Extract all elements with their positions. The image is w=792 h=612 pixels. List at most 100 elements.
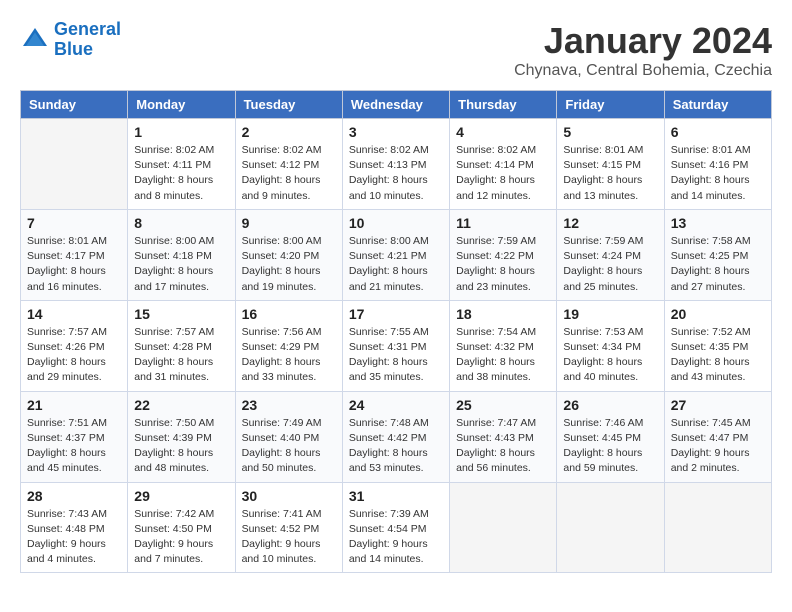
day-info: Sunrise: 7:45 AMSunset: 4:47 PMDaylight:… (671, 416, 765, 477)
logo-line1: General (54, 19, 121, 39)
calendar-cell: 20 Sunrise: 7:52 AMSunset: 4:35 PMDayligh… (664, 300, 771, 391)
col-header-monday: Monday (128, 91, 235, 119)
day-info: Sunrise: 8:00 AMSunset: 4:21 PMDaylight:… (349, 234, 443, 295)
day-info: Sunrise: 7:41 AMSunset: 4:52 PMDaylight:… (242, 507, 336, 568)
day-number: 24 (349, 397, 443, 413)
calendar-cell (664, 482, 771, 573)
day-info: Sunrise: 7:59 AMSunset: 4:24 PMDaylight:… (563, 234, 657, 295)
calendar-cell: 10 Sunrise: 8:00 AMSunset: 4:21 PMDayligh… (342, 209, 449, 300)
day-info: Sunrise: 7:58 AMSunset: 4:25 PMDaylight:… (671, 234, 765, 295)
day-number: 25 (456, 397, 550, 413)
day-number: 28 (27, 488, 121, 504)
day-number: 12 (563, 215, 657, 231)
day-info: Sunrise: 8:01 AMSunset: 4:16 PMDaylight:… (671, 143, 765, 204)
week-row: 1 Sunrise: 8:02 AMSunset: 4:11 PMDaylight… (21, 119, 772, 210)
day-info: Sunrise: 8:02 AMSunset: 4:14 PMDaylight:… (456, 143, 550, 204)
header-row: SundayMondayTuesdayWednesdayThursdayFrid… (21, 91, 772, 119)
logo: General Blue (20, 20, 121, 60)
day-info: Sunrise: 7:57 AMSunset: 4:28 PMDaylight:… (134, 325, 228, 386)
day-info: Sunrise: 7:39 AMSunset: 4:54 PMDaylight:… (349, 507, 443, 568)
day-number: 10 (349, 215, 443, 231)
day-number: 30 (242, 488, 336, 504)
calendar-cell (450, 482, 557, 573)
calendar-cell: 27 Sunrise: 7:45 AMSunset: 4:47 PMDayligh… (664, 391, 771, 482)
calendar-cell: 12 Sunrise: 7:59 AMSunset: 4:24 PMDayligh… (557, 209, 664, 300)
week-row: 28 Sunrise: 7:43 AMSunset: 4:48 PMDayligh… (21, 482, 772, 573)
calendar-cell: 2 Sunrise: 8:02 AMSunset: 4:12 PMDaylight… (235, 119, 342, 210)
calendar-cell: 8 Sunrise: 8:00 AMSunset: 4:18 PMDaylight… (128, 209, 235, 300)
day-info: Sunrise: 8:00 AMSunset: 4:18 PMDaylight:… (134, 234, 228, 295)
day-number: 16 (242, 306, 336, 322)
day-info: Sunrise: 7:49 AMSunset: 4:40 PMDaylight:… (242, 416, 336, 477)
calendar-cell: 15 Sunrise: 7:57 AMSunset: 4:28 PMDayligh… (128, 300, 235, 391)
day-info: Sunrise: 7:43 AMSunset: 4:48 PMDaylight:… (27, 507, 121, 568)
day-number: 21 (27, 397, 121, 413)
month-title: January 2024 (514, 20, 772, 62)
calendar-cell: 5 Sunrise: 8:01 AMSunset: 4:15 PMDaylight… (557, 119, 664, 210)
calendar-cell: 6 Sunrise: 8:01 AMSunset: 4:16 PMDaylight… (664, 119, 771, 210)
day-number: 2 (242, 124, 336, 140)
day-number: 22 (134, 397, 228, 413)
day-info: Sunrise: 7:48 AMSunset: 4:42 PMDaylight:… (349, 416, 443, 477)
week-row: 21Sunrise: 7:51 AMSunset: 4:37 PMDayligh… (21, 391, 772, 482)
day-info: Sunrise: 7:57 AMSunset: 4:26 PMDaylight:… (27, 325, 121, 386)
day-number: 23 (242, 397, 336, 413)
day-info: Sunrise: 8:00 AMSunset: 4:20 PMDaylight:… (242, 234, 336, 295)
calendar-cell: 18Sunrise: 7:54 AMSunset: 4:32 PMDayligh… (450, 300, 557, 391)
calendar-cell: 1 Sunrise: 8:02 AMSunset: 4:11 PMDaylight… (128, 119, 235, 210)
day-number: 4 (456, 124, 550, 140)
day-number: 7 (27, 215, 121, 231)
location-subtitle: Chynava, Central Bohemia, Czechia (514, 62, 772, 80)
day-number: 6 (671, 124, 765, 140)
day-number: 31 (349, 488, 443, 504)
calendar-cell: 21Sunrise: 7:51 AMSunset: 4:37 PMDayligh… (21, 391, 128, 482)
day-number: 27 (671, 397, 765, 413)
day-info: Sunrise: 8:01 AMSunset: 4:15 PMDaylight:… (563, 143, 657, 204)
day-info: Sunrise: 7:53 AMSunset: 4:34 PMDaylight:… (563, 325, 657, 386)
day-info: Sunrise: 7:52 AMSunset: 4:35 PMDaylight:… (671, 325, 765, 386)
day-info: Sunrise: 8:02 AMSunset: 4:12 PMDaylight:… (242, 143, 336, 204)
day-number: 3 (349, 124, 443, 140)
calendar-cell: 16 Sunrise: 7:56 AMSunset: 4:29 PMDayligh… (235, 300, 342, 391)
day-number: 5 (563, 124, 657, 140)
calendar-cell: 25 Sunrise: 7:47 AMSunset: 4:43 PMDayligh… (450, 391, 557, 482)
calendar-cell: 22Sunrise: 7:50 AMSunset: 4:39 PMDayligh… (128, 391, 235, 482)
col-header-thursday: Thursday (450, 91, 557, 119)
col-header-tuesday: Tuesday (235, 91, 342, 119)
week-row: 14 Sunrise: 7:57 AMSunset: 4:26 PMDayligh… (21, 300, 772, 391)
day-number: 14 (27, 306, 121, 322)
calendar-cell: 3Sunrise: 8:02 AMSunset: 4:13 PMDaylight… (342, 119, 449, 210)
day-number: 11 (456, 215, 550, 231)
calendar-cell: 23 Sunrise: 7:49 AMSunset: 4:40 PMDayligh… (235, 391, 342, 482)
col-header-saturday: Saturday (664, 91, 771, 119)
day-number: 26 (563, 397, 657, 413)
calendar-cell: 11 Sunrise: 7:59 AMSunset: 4:22 PMDayligh… (450, 209, 557, 300)
calendar-cell: 9 Sunrise: 8:00 AMSunset: 4:20 PMDaylight… (235, 209, 342, 300)
day-number: 15 (134, 306, 228, 322)
calendar-cell: 4 Sunrise: 8:02 AMSunset: 4:14 PMDaylight… (450, 119, 557, 210)
calendar-cell: 13 Sunrise: 7:58 AMSunset: 4:25 PMDayligh… (664, 209, 771, 300)
day-number: 1 (134, 124, 228, 140)
day-info: Sunrise: 7:42 AMSunset: 4:50 PMDaylight:… (134, 507, 228, 568)
day-info: Sunrise: 8:01 AMSunset: 4:17 PMDaylight:… (27, 234, 121, 295)
day-info: Sunrise: 7:55 AMSunset: 4:31 PMDaylight:… (349, 325, 443, 386)
day-number: 8 (134, 215, 228, 231)
day-number: 29 (134, 488, 228, 504)
col-header-friday: Friday (557, 91, 664, 119)
calendar-cell: 30 Sunrise: 7:41 AMSunset: 4:52 PMDayligh… (235, 482, 342, 573)
title-area: January 2024 Chynava, Central Bohemia, C… (514, 20, 772, 80)
day-info: Sunrise: 7:56 AMSunset: 4:29 PMDaylight:… (242, 325, 336, 386)
col-header-wednesday: Wednesday (342, 91, 449, 119)
day-number: 9 (242, 215, 336, 231)
logo-icon (20, 25, 50, 55)
day-number: 20 (671, 306, 765, 322)
day-number: 18 (456, 306, 550, 322)
day-info: Sunrise: 7:59 AMSunset: 4:22 PMDaylight:… (456, 234, 550, 295)
day-info: Sunrise: 8:02 AMSunset: 4:11 PMDaylight:… (134, 143, 228, 204)
day-info: Sunrise: 7:47 AMSunset: 4:43 PMDaylight:… (456, 416, 550, 477)
day-info: Sunrise: 7:46 AMSunset: 4:45 PMDaylight:… (563, 416, 657, 477)
calendar-cell: 7 Sunrise: 8:01 AMSunset: 4:17 PMDaylight… (21, 209, 128, 300)
calendar-cell: 19Sunrise: 7:53 AMSunset: 4:34 PMDayligh… (557, 300, 664, 391)
calendar-cell (557, 482, 664, 573)
day-number: 13 (671, 215, 765, 231)
